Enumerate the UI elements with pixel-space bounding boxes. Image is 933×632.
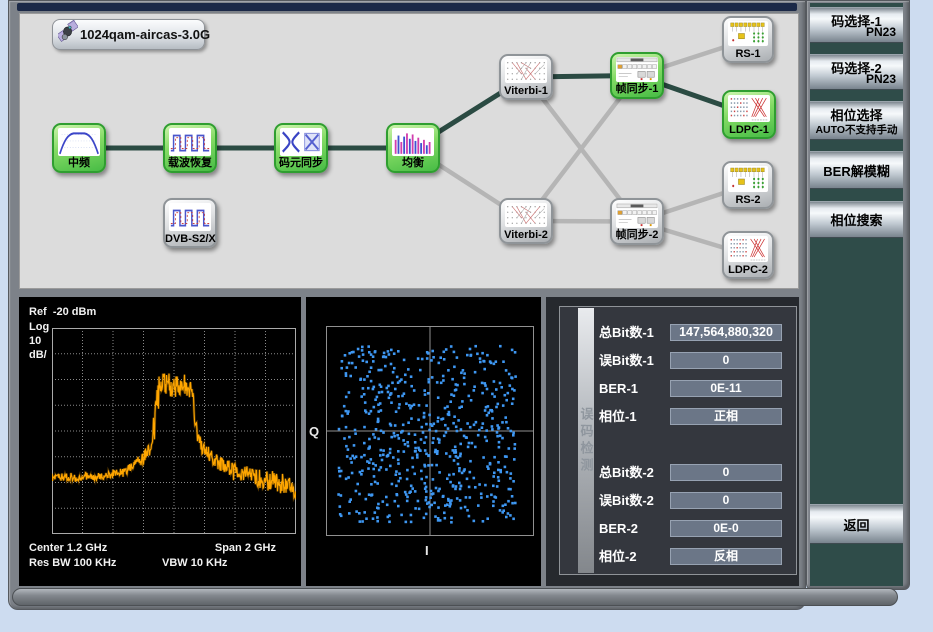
button-label: 相位搜索 [830, 210, 882, 229]
block-ldpc1[interactable]: LDPC-1 [722, 90, 776, 139]
ber-stats-panel: 误码检测 总Bit数-1 147,564,880,320 误Bit数-1 0 BER-1… [546, 297, 799, 586]
block-viterbi2[interactable]: Viterbi-2 [499, 198, 553, 244]
block-label: Viterbi-2 [501, 229, 551, 241]
stat-value-3: 0E-11 [670, 380, 782, 397]
sidebar-button-3[interactable]: 相位选择AUTO不支持手动 [810, 101, 903, 140]
stat-label-6: 误Bit数-2 [599, 492, 654, 509]
block-label: 中频 [54, 154, 104, 170]
block-label: 码元同步 [276, 154, 326, 170]
title-strip [17, 3, 797, 11]
rbw-label: Res BW 100 KHz [29, 557, 116, 569]
block-viterbi1[interactable]: Viterbi-1 [499, 54, 553, 100]
block-ldpc2[interactable]: LDPC-2 [722, 231, 774, 279]
stat-label-2: 误Bit数-1 [599, 352, 654, 369]
rs-icon [728, 166, 768, 192]
stat-label-7: BER-2 [599, 520, 638, 537]
if-icon [58, 128, 100, 156]
i-axis-label: I [425, 543, 429, 558]
stat-label-1: 总Bit数-1 [599, 324, 654, 341]
stat-value-2: 0 [670, 352, 782, 369]
block-rs2[interactable]: RS-2 [722, 161, 774, 209]
ldpc-icon [728, 236, 768, 262]
receiver-app: 中频 载波恢复 码元同步 均衡 DVB-S2/X Viterbi-1 Viterbi-2 帧同… [0, 0, 933, 632]
equalizer-icon [392, 128, 434, 156]
block-label: 载波恢复 [165, 154, 215, 170]
satellite-icon [58, 20, 78, 49]
blocks-layer: 中频 载波恢复 码元同步 均衡 DVB-S2/X Viterbi-1 Viterbi-2 帧同… [20, 14, 798, 288]
block-label: LDPC-1 [724, 124, 774, 136]
carrier-icon [169, 128, 211, 156]
block-label: RS-2 [724, 194, 772, 206]
block-label: LDPC-2 [724, 264, 772, 276]
scenario-label: 1024qam-aircas-3.0G [80, 27, 210, 42]
button-label: BER解模糊 [823, 161, 889, 180]
constellation-plot [326, 326, 534, 536]
scale-label-db: dB/ [29, 349, 47, 361]
constellation-dots [337, 345, 517, 524]
main-window: 中频 载波恢复 码元同步 均衡 DVB-S2/X Viterbi-1 Viterbi-2 帧同… [8, 0, 806, 610]
constellation-panel: Q I [306, 297, 541, 586]
sidebar-button-2[interactable]: 码选择-2PN23 [810, 54, 903, 90]
stat-value-1: 147,564,880,320 [670, 324, 782, 341]
stat-label-5: 总Bit数-2 [599, 464, 654, 481]
block-label: 帧同步-2 [612, 226, 662, 242]
block-rs1[interactable]: RS-1 [722, 16, 774, 63]
sidebar-window: 码选择-1PN23 码选择-2PN23 相位选择AUTO不支持手动 BER解模糊相位搜… [806, 0, 910, 590]
button-value: AUTO不支持手动 [810, 122, 903, 137]
stat-value-7: 0E-0 [670, 520, 782, 537]
stat-value-6: 0 [670, 492, 782, 509]
sidebar-menu: 码选择-1PN23 码选择-2PN23 相位选择AUTO不支持手动 BER解模糊相位搜… [810, 3, 903, 586]
viterbi-icon [505, 59, 547, 83]
block-label: 均衡 [388, 154, 438, 170]
stat-value-8: 反相 [670, 548, 782, 565]
back-button[interactable]: 返回 [810, 504, 903, 544]
block-carrier[interactable]: 载波恢复 [163, 123, 217, 173]
block-label: RS-1 [724, 48, 772, 60]
window-bottom-bar [12, 588, 898, 606]
center-freq-label: Center 1.2 GHz [29, 542, 107, 554]
stat-label-4: 相位-1 [599, 408, 637, 425]
symbolsync-icon [280, 128, 322, 156]
block-label: DVB-S2/X [165, 233, 215, 245]
stat-value-5: 0 [670, 464, 782, 481]
block-if[interactable]: 中频 [52, 123, 106, 173]
block-symsync[interactable]: 码元同步 [274, 123, 328, 173]
q-axis-label: Q [309, 424, 319, 439]
scenario-button[interactable]: 1024qam-aircas-3.0G [52, 19, 205, 50]
back-button-label: 返回 [843, 515, 869, 534]
framesync-icon [616, 57, 658, 82]
signal-chain-canvas: 中频 载波恢复 码元同步 均衡 DVB-S2/X Viterbi-1 Viterbi-2 帧同… [19, 13, 799, 289]
sidebar-button-1[interactable]: 码选择-1PN23 [810, 7, 903, 43]
spectrum-plot [52, 328, 296, 534]
sidebar-button-4[interactable]: BER解模糊 [810, 151, 903, 189]
block-framesync1[interactable]: 帧同步-1 [610, 52, 664, 99]
framesync-icon [616, 203, 658, 228]
block-framesync2[interactable]: 帧同步-2 [610, 198, 664, 245]
spectrum-panel: Ref -20 dBm Log 10 dB/ Center 1.2 GHz Sp… [19, 297, 301, 586]
ber-strip-label: 误码检测 [577, 407, 596, 475]
block-label: 帧同步-1 [612, 80, 662, 96]
span-label: Span 2 GHz [215, 542, 276, 554]
block-dvbs2x[interactable]: DVB-S2/X [163, 198, 217, 248]
rs-icon [728, 21, 768, 46]
scale-label-log: Log [29, 321, 49, 333]
ref-level-label: Ref -20 dBm [29, 306, 96, 318]
stat-value-4: 正相 [670, 408, 782, 425]
ldpc-icon [728, 95, 770, 122]
stat-label-8: 相位-2 [599, 548, 637, 565]
block-equalizer[interactable]: 均衡 [386, 123, 440, 173]
button-value: PN23 [866, 72, 896, 86]
block-label: Viterbi-1 [501, 85, 551, 97]
viterbi-icon [505, 203, 547, 227]
ber-stats-box: 误码检测 总Bit数-1 147,564,880,320 误Bit数-1 0 BER-1… [559, 306, 797, 575]
stat-label-3: BER-1 [599, 380, 638, 397]
carrier-icon [169, 203, 211, 231]
ber-strip: 误码检测 [578, 308, 594, 573]
vbw-label: VBW 10 KHz [162, 557, 227, 569]
sidebar-button-5[interactable]: 相位搜索 [810, 201, 903, 238]
scale-label-10: 10 [29, 335, 41, 347]
button-value: PN23 [866, 25, 896, 39]
